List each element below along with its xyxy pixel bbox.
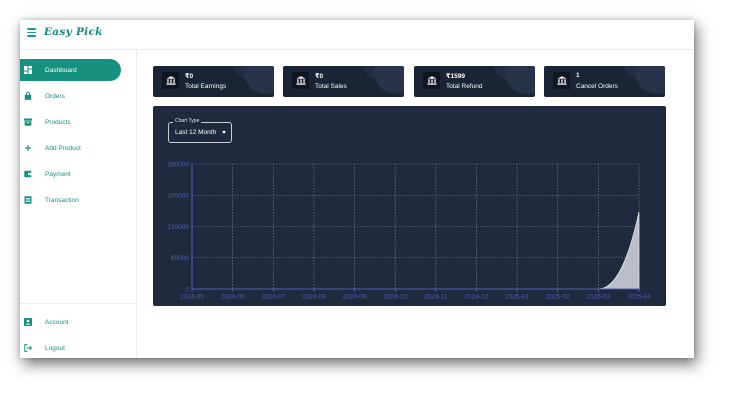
sidebar-item-orders[interactable]: Orders [20,85,121,107]
app-logo[interactable]: Easy Pick [44,26,103,38]
x-tick-label: 2024-12 [465,294,489,301]
sidebar-item-label: Payment [45,170,71,178]
sidebar-item-account[interactable]: Account [20,311,121,333]
sidebar-item-label: Add Product [45,144,81,152]
sidebar-item-add-product[interactable]: Add Product [20,137,121,159]
bank-icon [162,72,179,89]
sidebar-item-transaction[interactable]: Transaction [20,189,121,211]
sidebar-item-label: Products [45,118,71,126]
stat-value: ₹0 [315,73,324,80]
archive-box-icon [24,118,32,126]
sidebar-item-label: Dashboard [45,66,77,74]
y-tick-label: 130000 [167,224,189,231]
x-tick-label: 2024-11 [424,294,448,301]
y-tick-label: 0 [185,286,189,293]
hamburger-menu-icon[interactable] [27,28,36,37]
x-tick-label: 2025-01 [505,294,529,301]
sidebar-item-label: Logout [45,344,65,352]
x-tick-label: 2024-10 [383,294,407,301]
app-window: Easy Pick Dashboard Orders Products Add … [20,20,694,358]
main-content: ₹0 Total Earnings ₹0 Total Sales ₹1599 T… [137,50,694,358]
stat-card-total-earnings: ₹0 Total Earnings [153,66,274,97]
plus-icon [24,144,32,152]
sidebar-item-payment[interactable]: Payment [20,163,121,185]
stat-label: Total Earnings [185,83,227,90]
stat-value: ₹0 [185,73,194,80]
x-tick-label: 2024-09 [343,294,367,301]
stat-value: ₹1599 [446,73,465,80]
bank-icon [553,72,570,89]
y-tick-label: 260000 [167,161,189,168]
stat-card-total-sales: ₹0 Total Sales [283,66,404,97]
sidebar-item-label: Transaction [45,196,79,204]
stat-card-cancel-orders: 1 Cancel Orders [544,66,665,97]
stat-label: Cancel Orders [576,83,618,90]
logout-icon [24,344,32,352]
dashboard-icon [24,66,32,74]
bag-icon [24,92,32,100]
x-tick-label: 2025-04 [627,294,651,301]
y-tick-label: 195000 [167,193,189,200]
stat-label: Total Sales [315,83,347,90]
wallet-icon [24,170,32,178]
stat-card-total-refund: ₹1599 Total Refund [414,66,535,97]
x-tick-label: 2024-05 [180,294,204,301]
bank-icon [292,72,309,89]
area-chart: 0 65000 130000 195000 260000 2024-05 2024-06 20… [167,161,651,301]
sidebar-item-label: Orders [45,92,65,100]
sidebar-divider [20,303,136,304]
sidebar-item-dashboard[interactable]: Dashboard [20,59,121,81]
x-tick-label: 2024-07 [261,294,285,301]
sidebar-item-products[interactable]: Products [20,111,121,133]
y-tick-label: 65000 [171,255,189,262]
sidebar-item-label: Account [45,318,69,326]
stat-label: Total Refund [446,83,483,90]
sidebar: Dashboard Orders Products Add Product Pa… [20,50,137,358]
x-tick-label: 2024-08 [302,294,326,301]
stat-value: 1 [576,72,580,79]
chart-panel: Chart Type Last 12 Month 0 65000 130000 195… [153,106,666,306]
area-series [192,212,640,290]
x-tick-label: 2025-02 [546,294,570,301]
x-tick-label: 2025-03 [586,294,610,301]
list-icon [24,196,32,204]
sidebar-item-logout[interactable]: Logout [20,337,121,358]
x-tick-label: 2024-06 [221,294,245,301]
top-bar: Easy Pick [20,20,694,50]
account-icon [24,318,32,326]
bank-icon [423,72,440,89]
